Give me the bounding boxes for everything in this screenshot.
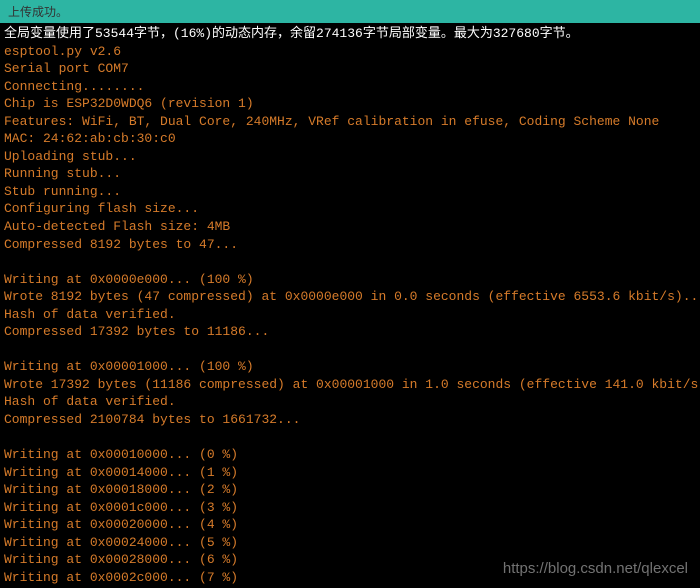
terminal-line: Connecting........ [4, 78, 696, 96]
terminal-line: Running stub... [4, 165, 696, 183]
terminal-line: Writing at 0x00018000... (2 %) [4, 481, 696, 499]
terminal-line: Features: WiFi, BT, Dual Core, 240MHz, V… [4, 113, 696, 131]
terminal-line: Serial port COM7 [4, 60, 696, 78]
terminal-line: Wrote 17392 bytes (11186 compressed) at … [4, 376, 696, 394]
blank-line [4, 253, 696, 271]
terminal-line: Wrote 8192 bytes (47 compressed) at 0x00… [4, 288, 696, 306]
terminal-line: Stub running... [4, 183, 696, 201]
terminal-line: Hash of data verified. [4, 393, 696, 411]
terminal-line: Writing at 0x00020000... (4 %) [4, 516, 696, 534]
terminal-line: esptool.py v2.6 [4, 43, 696, 61]
terminal-line: Writing at 0x0000e000... (100 %) [4, 271, 696, 289]
upload-status-bar: 上传成功。 [0, 0, 700, 23]
status-text: 上传成功。 [8, 5, 68, 19]
terminal-line: Chip is ESP32D0WDQ6 (revision 1) [4, 95, 696, 113]
memory-usage-line: 全局变量使用了53544字节，(16%)的动态内存，余留274136字节局部变量… [4, 25, 696, 43]
terminal-line: Writing at 0x0001c000... (3 %) [4, 499, 696, 517]
watermark: https://blog.csdn.net/qlexcel [503, 560, 688, 577]
terminal-line: MAC: 24:62:ab:cb:30:c0 [4, 130, 696, 148]
terminal-line: Configuring flash size... [4, 200, 696, 218]
blank-line [4, 341, 696, 359]
terminal-line: Writing at 0x00001000... (100 %) [4, 358, 696, 376]
terminal-output: 全局变量使用了53544字节，(16%)的动态内存，余留274136字节局部变量… [0, 23, 700, 588]
terminal-line: Uploading stub... [4, 148, 696, 166]
terminal-line: Compressed 8192 bytes to 47... [4, 236, 696, 254]
terminal-line: Compressed 2100784 bytes to 1661732... [4, 411, 696, 429]
terminal-line: Auto-detected Flash size: 4MB [4, 218, 696, 236]
terminal-line: Writing at 0x00024000... (5 %) [4, 534, 696, 552]
terminal-line: Writing at 0x00014000... (1 %) [4, 464, 696, 482]
terminal-line: Compressed 17392 bytes to 11186... [4, 323, 696, 341]
blank-line [4, 429, 696, 447]
terminal-line: Hash of data verified. [4, 306, 696, 324]
terminal-line: Writing at 0x00010000... (0 %) [4, 446, 696, 464]
